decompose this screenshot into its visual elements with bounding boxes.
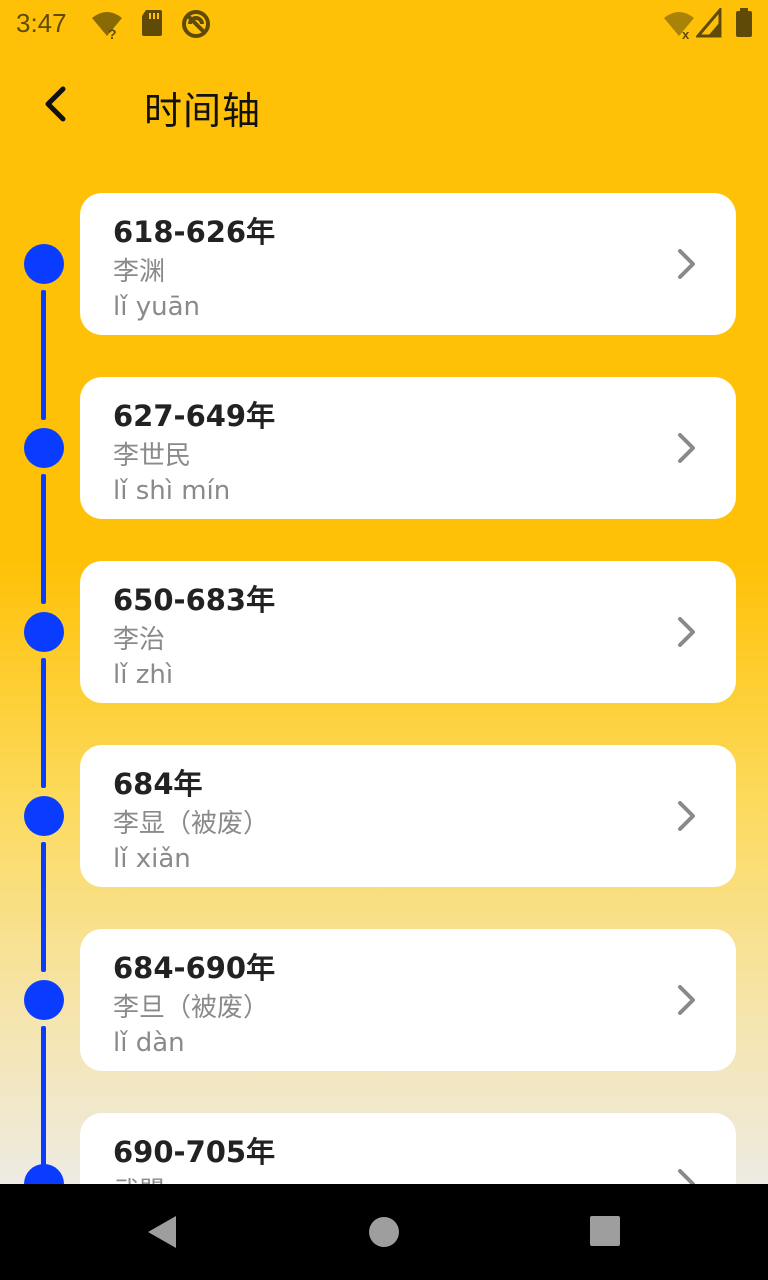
emperor-pinyin: lǐ yuān [113, 292, 200, 322]
chevron-right-icon [672, 984, 700, 1016]
timeline-dot [24, 612, 64, 652]
timeline-connector [41, 1026, 46, 1166]
emperor-name: 李治 [113, 625, 166, 655]
emperor-name: 李旦（被废） [113, 993, 270, 1023]
timeline-card[interactable]: 627-649年 李世民 lǐ shì mín [80, 377, 736, 519]
emperor-pinyin: lǐ dàn [113, 1028, 185, 1058]
reign-period: 684-690年 [113, 951, 276, 985]
timeline-dot [24, 796, 64, 836]
timeline-card[interactable]: 650-683年 李治 lǐ zhì [80, 561, 736, 703]
reign-period: 627-649年 [113, 399, 276, 433]
timeline-dot [24, 980, 64, 1020]
timeline-dot [24, 244, 64, 284]
timeline: 618-626年 李渊 lǐ yuān 627-649年 李世民 lǐ shì … [0, 0, 768, 1184]
emperor-name: 李渊 [113, 257, 166, 287]
chevron-right-icon [672, 432, 700, 464]
reign-period: 618-626年 [113, 215, 276, 249]
emperor-pinyin: lǐ shì mín [113, 476, 231, 506]
reign-period: 684年 [113, 767, 203, 801]
chevron-right-icon [672, 1168, 700, 1184]
emperor-name: 李世民 [113, 441, 192, 471]
emperor-name: 武曌 [113, 1171, 165, 1184]
system-nav-bar [0, 1184, 768, 1280]
home-circle-icon[interactable] [364, 1212, 404, 1252]
timeline-dot [24, 1164, 64, 1184]
timeline-card[interactable]: 690-705年 武曌 [80, 1113, 736, 1184]
emperor-pinyin: lǐ xiǎn [113, 844, 191, 874]
emperor-pinyin: lǐ zhì [113, 660, 174, 690]
timeline-connector [41, 290, 46, 420]
timeline-card[interactable]: 684年 李显（被废） lǐ xiǎn [80, 745, 736, 887]
timeline-card[interactable]: 684-690年 李旦（被废） lǐ dàn [80, 929, 736, 1071]
timeline-connector [41, 474, 46, 604]
recents-square-icon[interactable] [586, 1212, 626, 1252]
timeline-connector [41, 658, 46, 788]
chevron-right-icon [672, 616, 700, 648]
app-screen: 3:47 ? x 时间轴 618-626年 李渊 lǐ yuān 627-649… [0, 0, 768, 1184]
timeline-card[interactable]: 618-626年 李渊 lǐ yuān [80, 193, 736, 335]
chevron-right-icon [672, 248, 700, 280]
reign-period: 650-683年 [113, 583, 276, 617]
emperor-name: 李显（被废） [113, 809, 270, 839]
chevron-right-icon [672, 800, 700, 832]
back-triangle-icon[interactable] [144, 1212, 184, 1252]
reign-period: 690-705年 [113, 1135, 276, 1169]
timeline-connector [41, 842, 46, 972]
timeline-dot [24, 428, 64, 468]
